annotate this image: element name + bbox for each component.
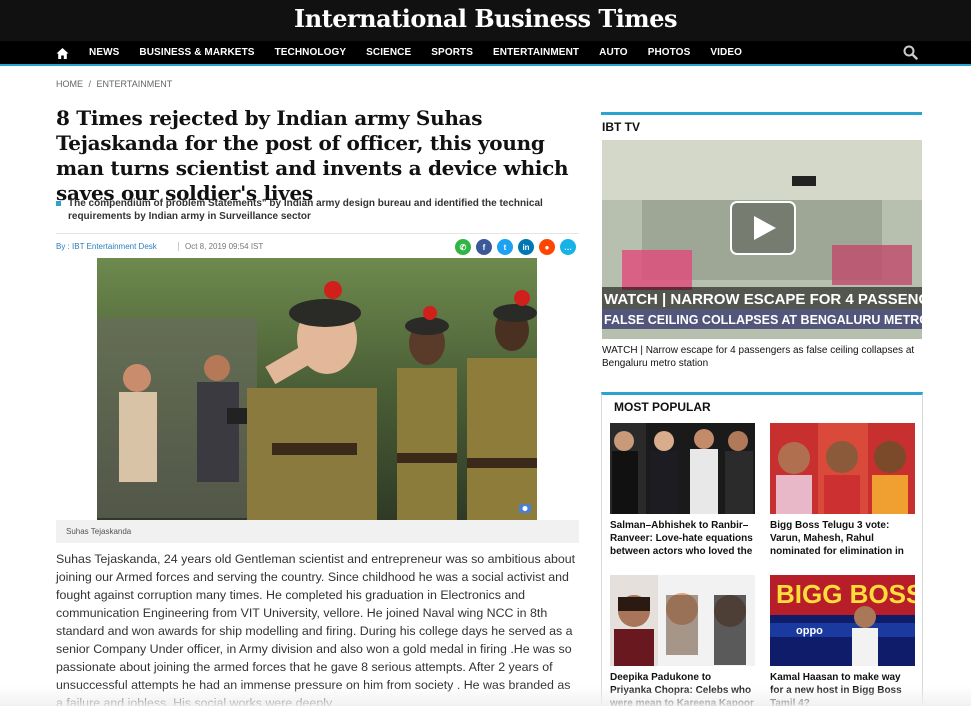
popular-card-image[interactable] xyxy=(610,575,755,666)
article-summary: The compendium of problem Statements" by… xyxy=(56,197,576,223)
home-icon[interactable] xyxy=(56,47,69,60)
breadcrumb-section[interactable]: ENTERTAINMENT xyxy=(97,79,173,89)
bottom-fade xyxy=(0,686,971,706)
search-icon[interactable] xyxy=(903,45,918,60)
bigg-boss-logo: BIGG BOSS xyxy=(776,579,915,609)
photo-caption-bar: Suhas Tejaskanda xyxy=(56,520,579,543)
nav-item-science[interactable]: SCIENCE xyxy=(366,47,411,58)
popular-card-title[interactable]: Salman–Abhishek to Ranbir–Ranveer: Love-… xyxy=(610,519,755,558)
nav-item-sports[interactable]: SPORTS xyxy=(431,47,473,58)
breadcrumb-home[interactable]: HOME xyxy=(56,79,83,89)
byline-row: By : IBT Entertainment Desk Oct 8, 2019 … xyxy=(56,233,579,258)
breadcrumb: HOME / ENTERTAINMENT xyxy=(56,79,175,89)
video-player[interactable]: WATCH | NARROW ESCAPE FOR 4 PASSENGERS F… xyxy=(602,140,922,339)
publish-date: Oct 8, 2019 09:54 IST xyxy=(178,242,263,251)
facebook-icon[interactable]: f xyxy=(476,239,492,255)
site-logo[interactable]: International Business Times xyxy=(0,4,971,33)
popular-card-image[interactable]: BIGG BOSS oppo xyxy=(770,575,915,666)
popular-card-image[interactable] xyxy=(610,423,755,514)
ibt-tv-rule xyxy=(601,112,922,115)
reddit-icon[interactable]: ● xyxy=(539,239,555,255)
most-popular-title: MOST POPULAR xyxy=(614,400,711,414)
video-caption[interactable]: WATCH | Narrow escape for 4 passengers a… xyxy=(602,344,922,370)
nav-item-business-markets[interactable]: BUSINESS & MARKETS xyxy=(139,47,254,58)
nav-item-photos[interactable]: PHOTOS xyxy=(648,47,691,58)
share-buttons: ✆ f t in ● … xyxy=(455,239,581,255)
nav-item-news[interactable]: NEWS xyxy=(89,47,119,58)
photo-caption: Suhas Tejaskanda xyxy=(66,527,132,536)
video-overlay-line1: WATCH | NARROW ESCAPE FOR 4 PASSENGERS xyxy=(604,291,922,308)
masthead: International Business Times xyxy=(0,0,971,41)
popular-card-image[interactable] xyxy=(770,423,915,514)
oppo-label: oppo xyxy=(796,625,823,637)
video-overlay-line2: FALSE CEILING COLLAPSES AT BENGALURU MET… xyxy=(604,313,922,327)
nav-item-auto[interactable]: AUTO xyxy=(599,47,628,58)
twitter-icon[interactable]: t xyxy=(497,239,513,255)
nav-items: NEWS BUSINESS & MARKETS TECHNOLOGY SCIEN… xyxy=(89,41,762,64)
nav-item-technology[interactable]: TECHNOLOGY xyxy=(275,47,347,58)
article-photo xyxy=(97,258,537,520)
nav-item-video[interactable]: VIDEO xyxy=(710,47,742,58)
breadcrumb-separator: / xyxy=(88,79,92,89)
main-nav: NEWS BUSINESS & MARKETS TECHNOLOGY SCIEN… xyxy=(0,41,971,66)
ibt-tv-title: IBT TV xyxy=(602,120,640,134)
linkedin-icon[interactable]: in xyxy=(518,239,534,255)
nav-item-entertainment[interactable]: ENTERTAINMENT xyxy=(493,47,579,58)
whatsapp-icon[interactable]: ✆ xyxy=(455,239,471,255)
article-headline: 8 Times rejected by Indian army Suhas Te… xyxy=(56,106,569,205)
most-popular-box: MOST POPULAR Salman–Abhishek to Ranbir–R… xyxy=(601,392,923,706)
popular-card-title[interactable]: Bigg Boss Telugu 3 vote: Varun, Mahesh, … xyxy=(770,519,915,558)
popular-card[interactable]: Salman–Abhishek to Ranbir–Ranveer: Love-… xyxy=(610,423,755,558)
author-link[interactable]: By : IBT Entertainment Desk xyxy=(56,242,157,251)
article-body: Suhas Tejaskanda, 24 years old Gentleman… xyxy=(56,552,576,706)
popular-card[interactable]: Bigg Boss Telugu 3 vote: Varun, Mahesh, … xyxy=(770,423,915,558)
comment-icon[interactable]: … xyxy=(560,239,576,255)
